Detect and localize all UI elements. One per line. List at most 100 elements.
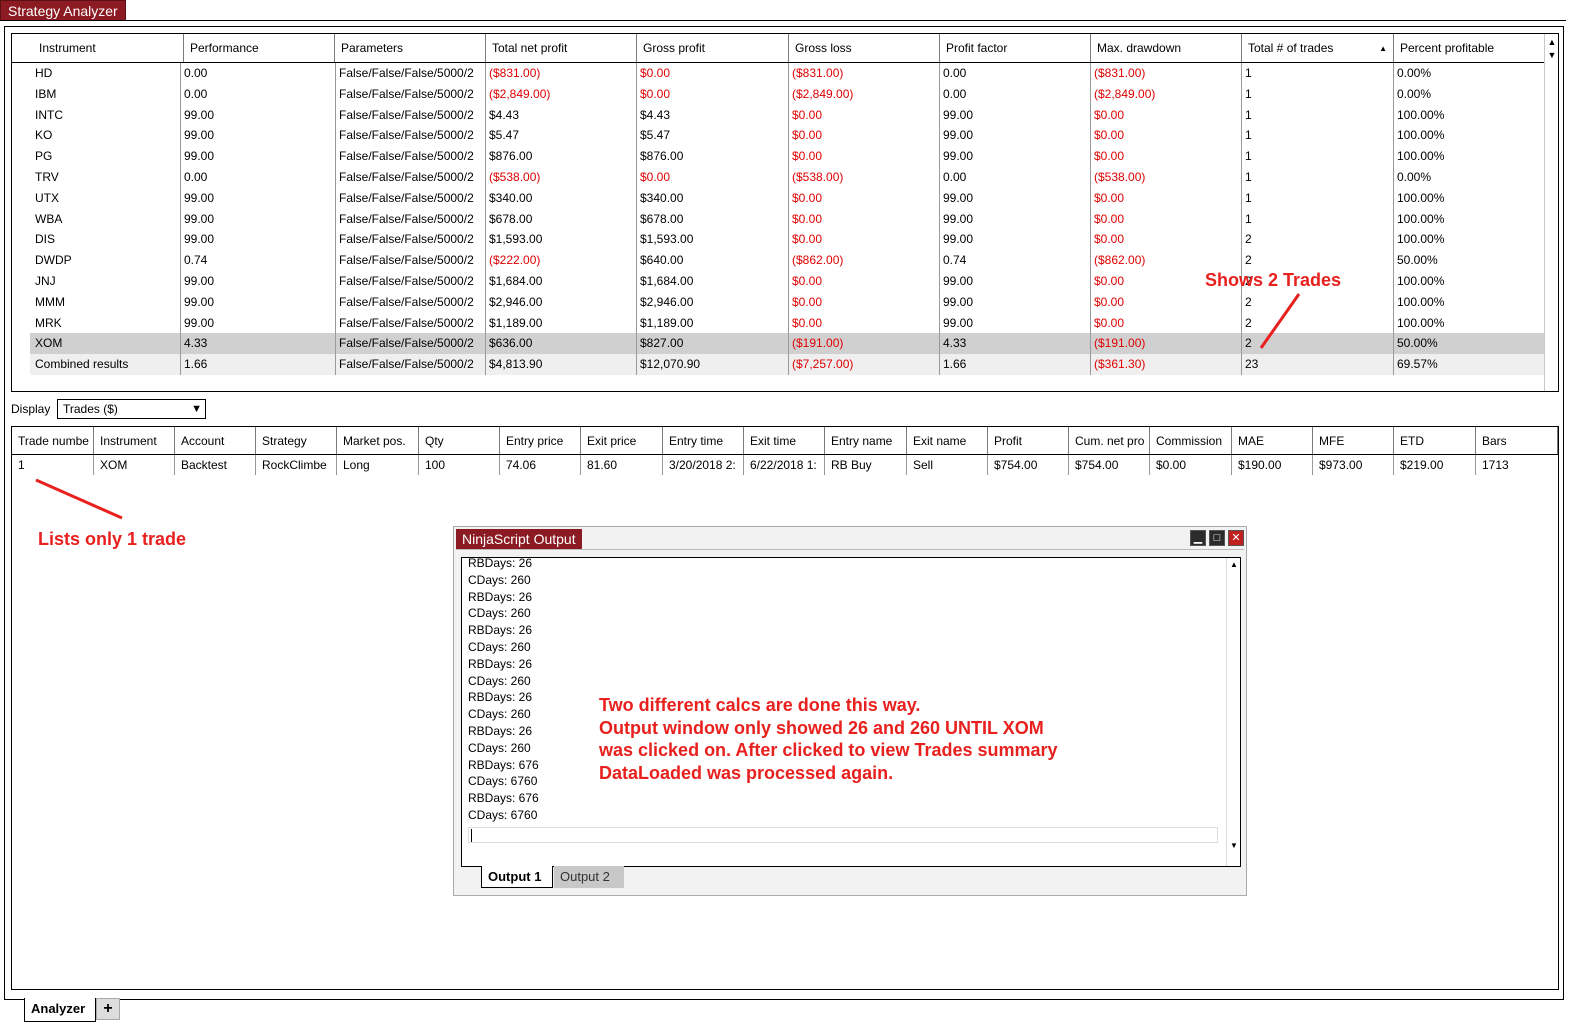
close-icon[interactable]: ✕	[1228, 530, 1244, 546]
column-header-profit-factor[interactable]: Profit factor	[940, 34, 1091, 62]
cell-total-trades: 1	[1242, 125, 1394, 147]
cell-instrument: MRK	[32, 312, 181, 334]
results-scrollbar[interactable]: ▲ ▼	[1544, 34, 1558, 391]
cell-total-trades: 1	[1242, 187, 1394, 209]
trades-column-header[interactable]: Cum. net pro	[1069, 427, 1150, 454]
trades-column-header[interactable]: ETD	[1394, 427, 1476, 454]
strategy-analyzer-tab[interactable]: Strategy Analyzer	[0, 0, 126, 21]
table-row[interactable]: PG 99.00 False/False/False/5000/2 $876.00 $8…	[12, 146, 1545, 167]
combined-results-row[interactable]: Combined results 1.66 False/False/False/50…	[30, 354, 1545, 375]
output-line: RBDays: 676	[468, 791, 539, 806]
cell-instrument: UTX	[32, 187, 181, 209]
output-line: CDays: 260	[468, 640, 531, 654]
table-row[interactable]: TRV 0.00 False/False/False/5000/2 ($538.00)…	[12, 167, 1545, 188]
output-line: RBDays: 26	[468, 656, 533, 671]
cell-gross-loss: ($831.00)	[789, 63, 940, 84]
cell-max-drawdown: ($191.00)	[1091, 333, 1242, 355]
maximize-icon[interactable]: □	[1209, 530, 1225, 546]
cell-gross-loss: $0.00	[789, 312, 940, 334]
cell-parameters: False/False/False/5000/2	[336, 208, 486, 230]
trades-column-header[interactable]: Commission	[1150, 427, 1232, 454]
annotation-note-line: was clicked on. After clicked to view Tr…	[599, 740, 1058, 760]
tab-output-1[interactable]: Output 1	[481, 866, 553, 888]
trades-column-header[interactable]: Bars	[1476, 427, 1558, 454]
title-divider	[0, 20, 1566, 21]
cell-total-net-profit: $1,684.00	[486, 271, 637, 292]
annotation-arrow-1	[1259, 293, 1301, 349]
add-tab-button[interactable]: +	[96, 998, 120, 1020]
table-row[interactable]: DWDP 0.74 False/False/False/5000/2 ($222.00…	[12, 250, 1545, 271]
trade-cell: RockClimbe	[256, 455, 337, 475]
trade-cell: RB Buy	[825, 455, 907, 475]
column-header-gross-loss[interactable]: Gross loss	[789, 34, 940, 62]
trades-column-header[interactable]: Market pos.	[337, 427, 419, 454]
cell-performance: 0.00	[181, 83, 336, 105]
display-select[interactable]: Trades ($) ▼	[57, 399, 206, 419]
scroll-down-icon[interactable]: ▼	[1227, 841, 1240, 850]
column-header-total-net-profit[interactable]: Total net profit	[486, 34, 637, 62]
trades-column-header[interactable]: Entry price	[500, 427, 581, 454]
trades-column-header[interactable]: Exit price	[581, 427, 663, 454]
column-header-instrument[interactable]: Instrument	[33, 34, 184, 62]
cell-performance: 0.74	[181, 250, 336, 271]
sort-ascending-icon: ▲	[1379, 44, 1387, 53]
scroll-down-icon[interactable]: ▼	[1545, 49, 1558, 61]
cell-max-drawdown: $0.00	[1091, 208, 1242, 230]
cell-profit-factor: 99.00	[940, 271, 1091, 292]
trades-column-header[interactable]: MAE	[1232, 427, 1313, 454]
cell-total-trades: 1	[1242, 167, 1394, 188]
trades-column-header[interactable]: Exit name	[907, 427, 988, 454]
trades-column-header[interactable]: Trade numbe	[12, 427, 94, 454]
table-row[interactable]: MRK 99.00 False/False/False/5000/2 $1,189.0…	[12, 312, 1545, 334]
cell-total-trades: 1	[1242, 208, 1394, 230]
trades-column-header[interactable]: Qty	[419, 427, 500, 454]
cell-gross-loss: ($2,849.00)	[789, 83, 940, 105]
cell-profit-factor: 99.00	[940, 146, 1091, 167]
trades-column-header[interactable]: Exit time	[744, 427, 825, 454]
column-header-parameters[interactable]: Parameters	[335, 34, 486, 62]
table-row[interactable]: IBM 0.00 False/False/False/5000/2 ($2,849.0…	[12, 83, 1545, 105]
trades-column-header[interactable]: Strategy	[256, 427, 337, 454]
tab-output-2[interactable]: Output 2	[554, 866, 624, 888]
table-row[interactable]: XOM 4.33 False/False/False/5000/2 $636.00 $8…	[30, 333, 1545, 355]
cell-profit-factor: 1.66	[940, 354, 1091, 375]
table-row[interactable]: HD 0.00 False/False/False/5000/2 ($831.00) $…	[12, 63, 1545, 84]
column-header-gross-profit[interactable]: Gross profit	[637, 34, 789, 62]
cell-percent-profitable: 100.00%	[1394, 229, 1545, 251]
minimize-icon[interactable]: ▁	[1190, 530, 1206, 546]
cell-gross-loss: $0.00	[789, 125, 940, 147]
table-row[interactable]: KO 99.00 False/False/False/5000/2 $5.47 $5.4…	[12, 125, 1545, 147]
trades-column-header[interactable]: Instrument	[94, 427, 175, 454]
output-input-line[interactable]	[468, 827, 1218, 843]
trades-column-header[interactable]: Account	[175, 427, 256, 454]
cell-gross-loss: ($7,257.00)	[789, 354, 940, 375]
table-row[interactable]: WBA 99.00 False/False/False/5000/2 $678.00 $…	[12, 208, 1545, 230]
trades-column-header[interactable]: Entry time	[663, 427, 744, 454]
scroll-up-icon[interactable]: ▲	[1545, 36, 1558, 48]
table-row[interactable]: MMM 99.00 False/False/False/5000/2 $2,946.0…	[12, 291, 1545, 313]
cell-gross-profit: $1,593.00	[637, 229, 789, 251]
trades-column-header[interactable]: Profit	[988, 427, 1069, 454]
scroll-up-icon[interactable]: ▲	[1227, 560, 1240, 569]
trade-row[interactable]: 1 XOM Backtest RockClimbe Long 100 74.06 81.60 3…	[12, 455, 1530, 475]
table-row[interactable]: INTC 99.00 False/False/False/5000/2 $4.43 $4…	[12, 104, 1545, 126]
trade-cell: $973.00	[1313, 455, 1394, 475]
trades-column-header[interactable]: Entry name	[825, 427, 907, 454]
column-header-percent-profitable[interactable]: Percent profitable	[1394, 34, 1545, 62]
cell-instrument: TRV	[32, 167, 181, 188]
cell-performance: 99.00	[181, 208, 336, 230]
table-row[interactable]: UTX 99.00 False/False/False/5000/2 $340.00 $…	[12, 187, 1545, 209]
cell-total-net-profit: $2,946.00	[486, 291, 637, 313]
cell-gross-profit: $12,070.90	[637, 354, 789, 375]
output-scrollbar[interactable]: ▲ ▼	[1226, 558, 1240, 866]
table-row[interactable]: DIS 99.00 False/False/False/5000/2 $1,593.0…	[12, 229, 1545, 251]
cell-parameters: False/False/False/5000/2	[336, 354, 486, 375]
column-header-max-drawdown[interactable]: Max. drawdown	[1091, 34, 1242, 62]
cell-instrument: PG	[32, 146, 181, 167]
annotation-shows-2-trades: Shows 2 Trades	[1205, 270, 1342, 290]
column-header-total-trades[interactable]: Total # of trades ▲	[1242, 34, 1394, 62]
tab-analyzer[interactable]: Analyzer	[24, 998, 96, 1022]
column-header-performance[interactable]: Performance	[184, 34, 335, 62]
trades-column-header[interactable]: MFE	[1313, 427, 1394, 454]
annotation-note-line: Output window only showed 26 and 260 UNT…	[599, 717, 1044, 738]
